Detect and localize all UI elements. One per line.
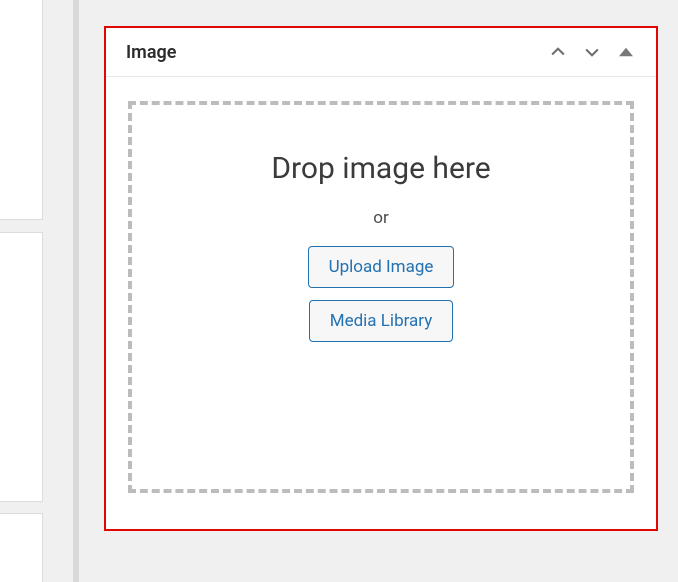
dropzone-heading: Drop image here bbox=[271, 151, 490, 186]
widget-body: Drop image here or Upload Image Media Li… bbox=[106, 77, 656, 517]
collapse-toggle-icon[interactable] bbox=[614, 40, 638, 64]
sidebar-panel-fragment-1 bbox=[0, 0, 43, 220]
vertical-divider bbox=[73, 0, 79, 582]
sidebar-panel-fragment-3 bbox=[0, 513, 43, 582]
widget-title: Image bbox=[126, 42, 176, 63]
image-widget-card: Image Drop image here or Upload Image Me… bbox=[104, 26, 658, 531]
widget-header: Image bbox=[106, 28, 656, 77]
upload-image-button[interactable]: Upload Image bbox=[308, 246, 455, 288]
sidebar-panel-fragment-2 bbox=[0, 232, 43, 502]
dropzone-or-text: or bbox=[373, 208, 388, 228]
media-library-button[interactable]: Media Library bbox=[309, 300, 454, 342]
widget-controls bbox=[546, 40, 638, 64]
image-dropzone[interactable]: Drop image here or Upload Image Media Li… bbox=[128, 101, 634, 493]
move-down-icon[interactable] bbox=[580, 40, 604, 64]
move-up-icon[interactable] bbox=[546, 40, 570, 64]
